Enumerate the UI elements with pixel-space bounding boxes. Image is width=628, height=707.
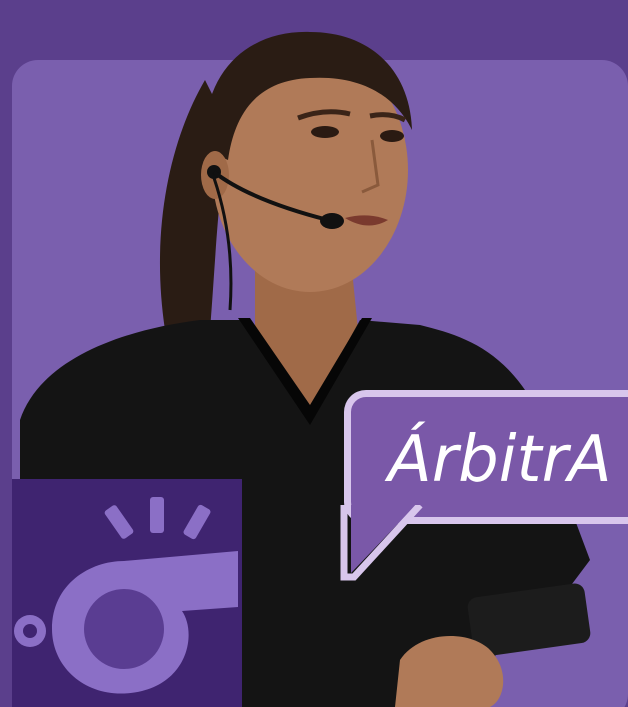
hero-graphic: ÁrbitrA: [0, 0, 628, 707]
eye-left: [311, 126, 339, 138]
eye-right: [380, 130, 404, 142]
title-text: ÁrbitrA: [388, 423, 612, 497]
whistle-icon: [14, 497, 238, 694]
whistle-logo-box: [12, 479, 242, 707]
